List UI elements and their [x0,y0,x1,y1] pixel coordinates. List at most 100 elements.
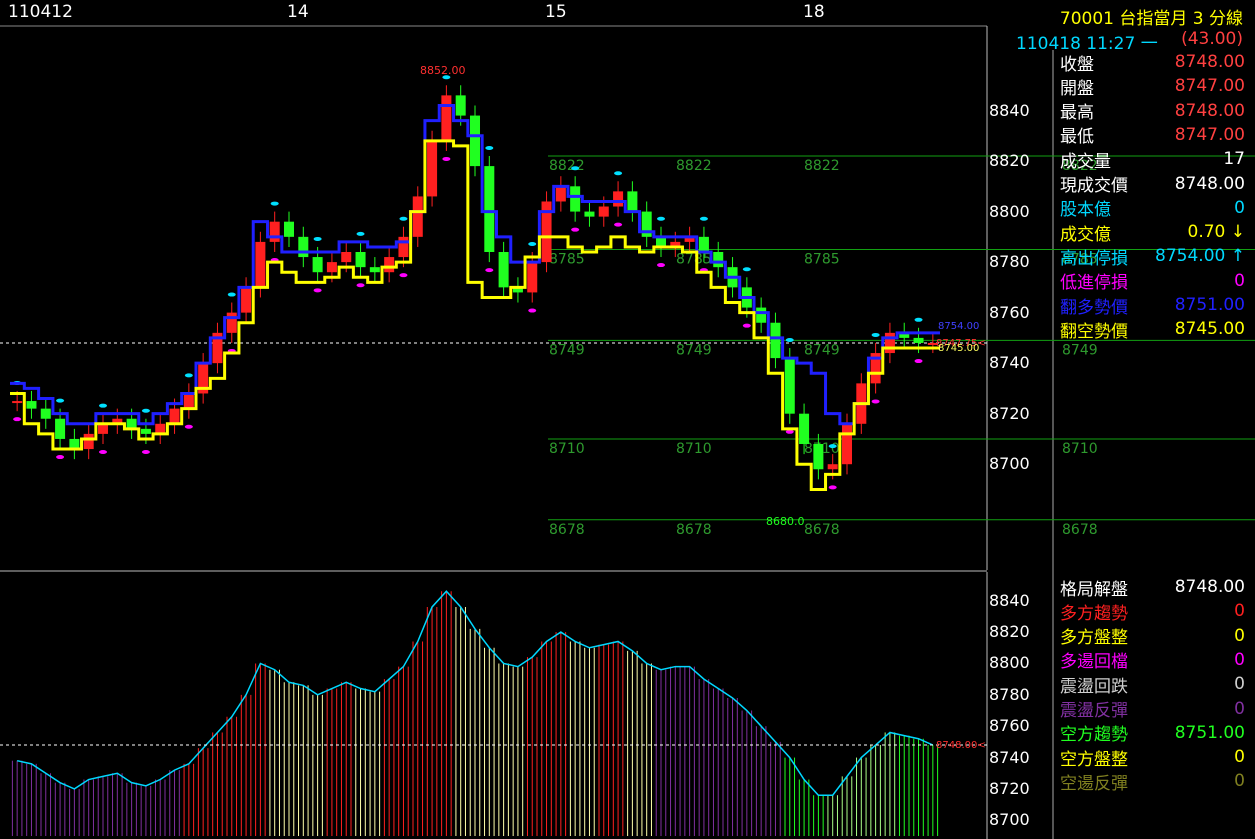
quote-row: 翻空勢價 8745.00 [1060,317,1245,342]
quote-value: 17 [1223,149,1245,170]
candle-body [83,433,94,450]
level-label: 8749 [549,342,585,358]
edge-price-label: 8745.00 [938,343,979,354]
low-marker [571,227,580,232]
pattern-row: 多方趨勢 0 [1060,599,1245,624]
candle-body [169,408,180,424]
low-marker [657,263,665,268]
high-marker [356,231,365,236]
candle-body [40,408,51,419]
candle-body [369,267,380,273]
quote-value: 0.70 ↓ [1187,222,1246,243]
pattern-value: 0 [1234,625,1245,646]
candle-body [140,428,151,434]
quote-row: 股本億 0 [1060,196,1245,221]
low-marker [184,424,193,429]
level-label: 8678 [1062,522,1098,538]
high-price-label: 8852.00 [420,64,466,77]
date-label-1: 110412 [8,2,73,22]
level-label: 8710 [1062,441,1098,457]
level-label: 8785 [676,251,712,267]
candle-body [655,236,667,247]
low-marker [99,450,107,454]
candle-body [241,287,252,313]
candle-body [469,115,481,167]
pattern-label: 空方趨勢 [1060,725,1128,746]
quote-row: 低進停損 0 [1060,269,1245,294]
low-marker [313,288,322,293]
level-label: 8785 [804,251,840,267]
quote-row: 收盤 8748.00 [1060,50,1245,75]
quote-value: 8747.00 [1174,76,1245,97]
high-marker [871,332,880,337]
high-marker [227,292,236,297]
candle-body [412,196,423,237]
pattern-value: 0 [1234,649,1245,670]
low-marker [871,399,880,404]
quote-label: 最高 [1060,103,1094,124]
lower-y-tick-label: 8700 [989,810,1030,830]
candle-body [384,257,395,273]
high-marker [657,216,665,221]
candle-body [12,401,23,404]
high-marker [399,216,408,221]
candle-body [398,236,409,258]
chart-stage: 8822 8822 8822 8822 8785 8785 8785 8785 8749 8749… [0,0,1255,839]
high-marker [614,171,623,176]
candle-body [341,252,352,263]
level-label: 8710 [549,441,585,457]
quote-row: 翻多勢價 8751.00 [1060,293,1245,318]
level-label: 8822 [549,158,585,174]
lower-y-tick-label: 8800 [989,653,1030,673]
low-marker [399,273,408,278]
low-marker [742,323,751,328]
low-marker [485,268,494,273]
high-marker [184,373,193,378]
candle-body [427,140,438,197]
candle-body [527,262,538,293]
quote-label: 成交量 [1060,151,1111,172]
high-marker [56,398,65,403]
y-tick-label: 8720 [989,403,1030,423]
candle-body [770,322,781,359]
candle-body [713,252,724,268]
low-marker [614,222,623,227]
pattern-value: 0 [1234,698,1245,719]
y-tick-label: 8700 [989,454,1030,474]
low-marker [785,429,794,434]
quote-label: 翻空勢價 [1060,321,1128,342]
candle-body [226,312,237,333]
candle-body [598,206,609,217]
candle-body [455,95,466,116]
candle-body [269,221,280,242]
date-label-4: 18 [803,2,825,22]
lower-y-tick-label: 8780 [989,684,1030,704]
candle-body [813,444,824,470]
lower-y-tick-label: 8840 [989,590,1030,610]
candle-body [69,438,80,450]
pattern-row: 格局解盤 8748.00 [1060,575,1245,600]
quote-value: 8747.00 [1174,124,1245,145]
candle-body [913,337,924,343]
candle-body [183,393,194,409]
candle-body [26,401,37,409]
quote-row: 現成交價 8748.00 [1060,172,1245,197]
candle-body [799,413,810,444]
candle-body [756,307,767,323]
pattern-value: 0 [1234,601,1245,622]
y-tick-label: 8740 [989,353,1030,373]
low-marker [13,417,22,422]
pattern-row: 空方盤整 0 [1060,745,1245,770]
quote-label: 最低 [1060,127,1094,148]
candle-body [484,166,495,252]
level-label: 8749 [676,342,712,358]
candle-body [555,186,566,202]
level-label: 8749 [1062,342,1098,358]
lower-y-tick-label: 8720 [989,778,1030,798]
low-marker [914,359,923,364]
edge-price-label: 8754.00 [938,321,979,332]
quote-label: 低進停損 [1060,273,1128,294]
high-marker [141,408,150,413]
candle-body [97,423,109,434]
y-tick-label: 8840 [989,100,1030,120]
